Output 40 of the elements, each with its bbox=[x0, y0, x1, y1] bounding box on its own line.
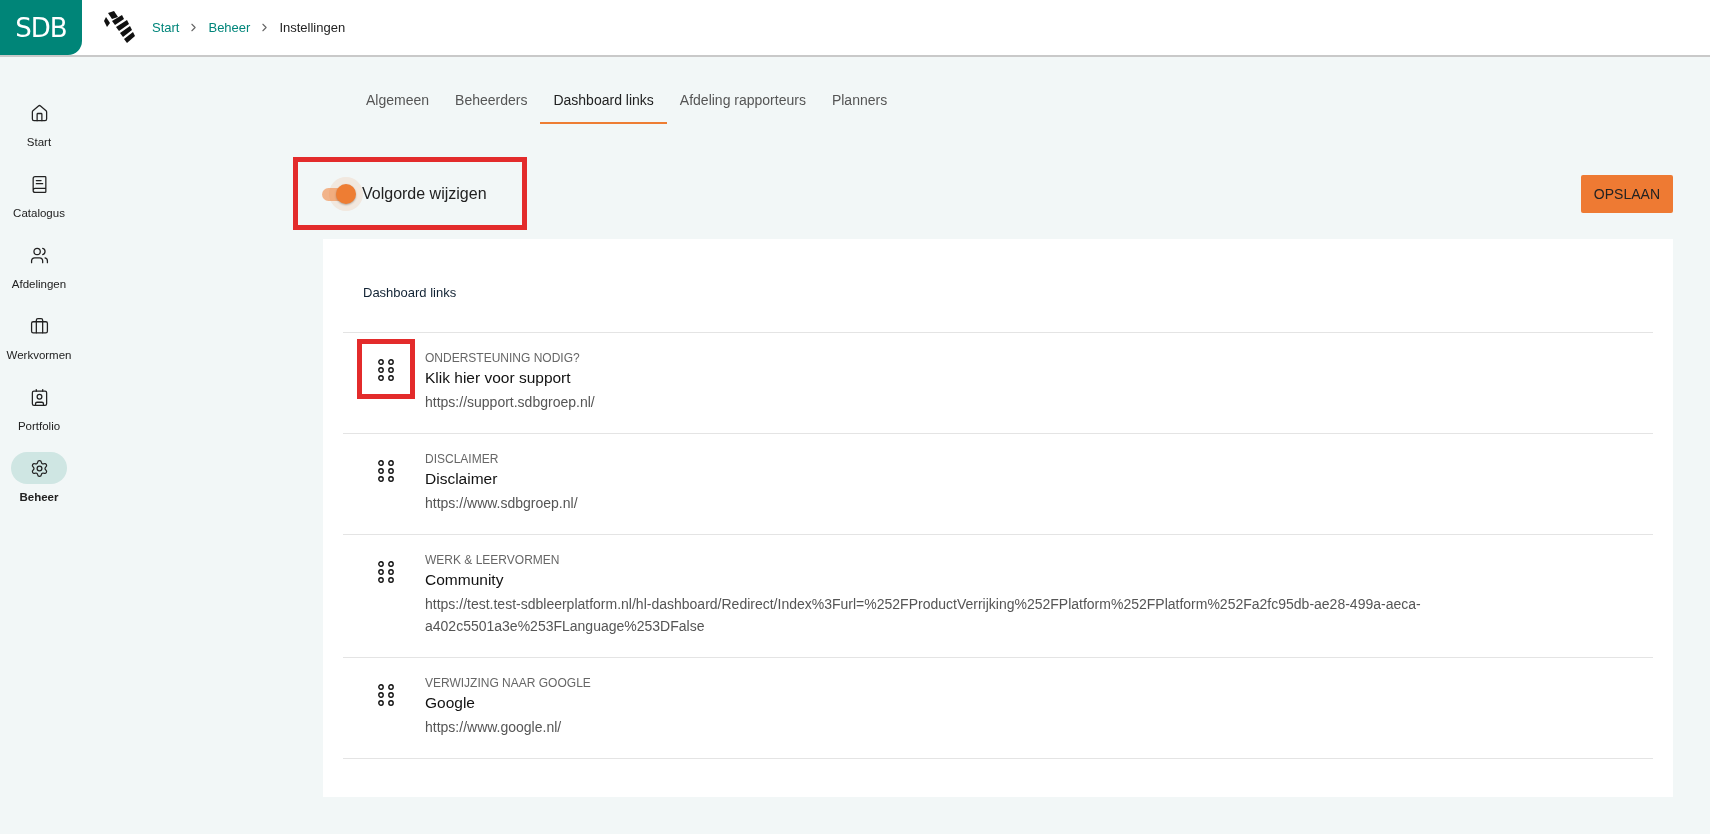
link-title: Disclaimer bbox=[425, 470, 499, 488]
save-button[interactable]: OPSLAAN bbox=[1580, 174, 1673, 213]
link-title: Klik hier voor support bbox=[425, 369, 572, 387]
link-title: Community bbox=[425, 571, 505, 589]
nav-label[interactable]: Portfolio bbox=[17, 420, 61, 432]
home-icon bbox=[29, 103, 49, 123]
users-icon bbox=[29, 245, 49, 265]
breadcrumb-link[interactable]: Beheer bbox=[208, 20, 251, 35]
card-title: Dashboard links bbox=[363, 285, 458, 300]
drag-handle-icon[interactable] bbox=[378, 684, 394, 706]
link-url[interactable]: https://www.sdbgroep.nl/ bbox=[425, 492, 578, 514]
link-url[interactable]: https://www.google.nl/ bbox=[425, 716, 591, 738]
sdb-logo[interactable]: SDB bbox=[0, 0, 82, 55]
link-url[interactable]: https://test.test-sdbleerplatform.nl/hl-dashboard/Redirect/Index%3Furl=%252FProductVerrijking%252FPlatform%252FPlatform%252Fa2fc95db-ae28-499a-aeca-a402c5501a3e%253FLanguage%253DFalse bbox=[425, 593, 1505, 637]
link-category: VERWIJZING NAAR GOOGLE bbox=[425, 676, 591, 690]
nav-label[interactable]: Werkvormen bbox=[6, 349, 72, 361]
breadcrumb-link[interactable]: Start bbox=[152, 20, 180, 35]
link-category: DISCLAIMER bbox=[425, 452, 500, 466]
link-url[interactable]: https://support.sdbgroep.nl/ bbox=[425, 391, 595, 413]
card-icon bbox=[29, 387, 49, 407]
nav-label[interactable]: Start bbox=[26, 136, 52, 148]
nav-icon-button[interactable] bbox=[11, 452, 67, 484]
drag-handle-icon[interactable] bbox=[378, 561, 394, 583]
nav-label[interactable]: Afdelingen bbox=[11, 278, 67, 290]
tab[interactable]: Dashboard links bbox=[540, 80, 667, 124]
link-category: ONDERSTEUNING NODIG? bbox=[425, 351, 581, 365]
tab[interactable]: Algemeen bbox=[353, 80, 443, 124]
tab[interactable]: Beheerders bbox=[442, 80, 541, 124]
link-title: Google bbox=[425, 694, 476, 712]
link-category: WERK & LEERVORMEN bbox=[425, 553, 561, 567]
nav-label[interactable]: Beheer bbox=[19, 491, 59, 503]
tab[interactable]: Afdeling rapporteurs bbox=[666, 80, 819, 124]
gear-icon bbox=[29, 458, 49, 478]
drag-handle-icon[interactable] bbox=[378, 359, 394, 381]
toggle-label: Volgorde wijzigen bbox=[362, 184, 487, 203]
nav-label[interactable]: Catalogus bbox=[13, 207, 65, 219]
briefcase-icon bbox=[29, 316, 49, 336]
tab[interactable]: Planners bbox=[818, 80, 901, 124]
breadcrumb-current: Instellingen bbox=[279, 20, 346, 35]
drag-handle-icon[interactable] bbox=[378, 460, 394, 482]
